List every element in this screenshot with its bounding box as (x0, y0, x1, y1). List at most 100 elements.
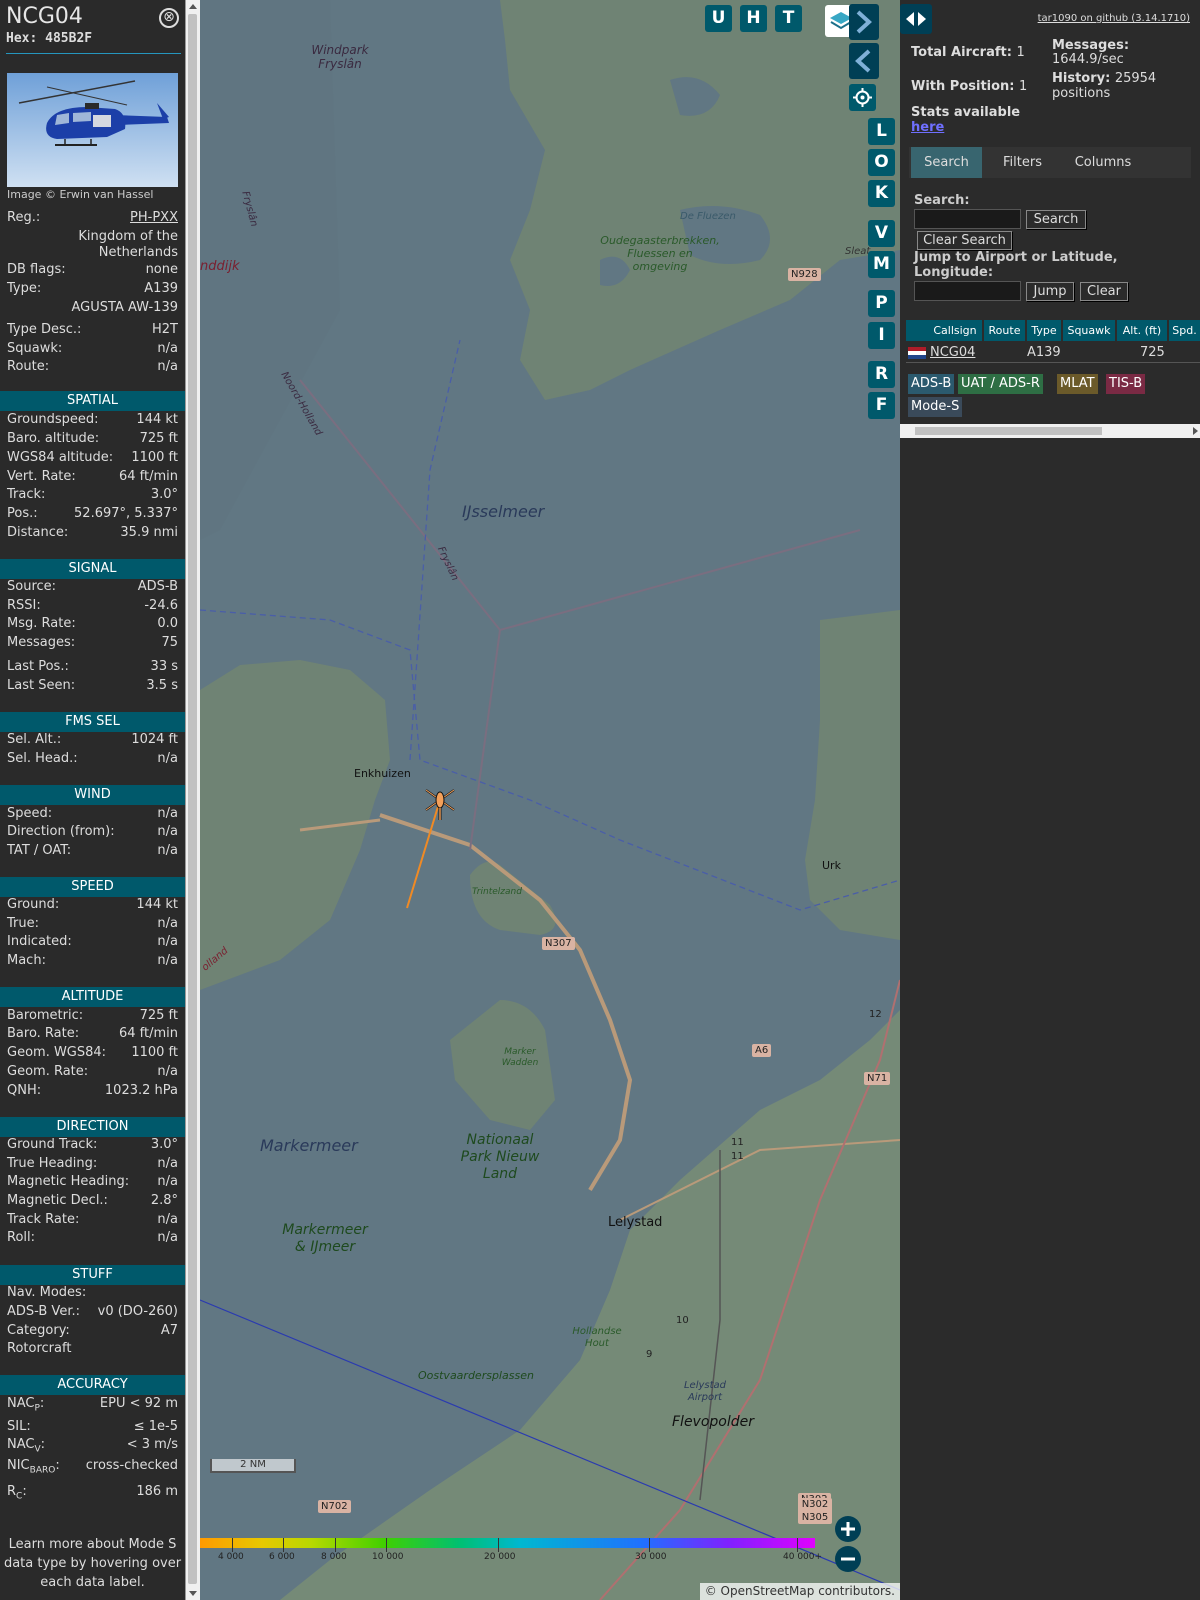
info-row: Speed: n/a (7, 806, 178, 824)
clear-button[interactable]: Clear (1080, 282, 1128, 301)
scroll-right-arrow-icon[interactable] (1193, 427, 1198, 435)
info-row: Messages: 75 (7, 635, 178, 653)
info-value[interactable]: PH-PXX (130, 210, 178, 225)
info-value: ADS-B (137, 579, 178, 594)
settings-button[interactable] (849, 84, 876, 111)
row-type: A139 (1027, 345, 1061, 360)
map-view[interactable]: Windpark Fryslân Fryslân nddijk Noord-Holla… (200, 0, 900, 1600)
sidebar-scroll-thumb[interactable] (188, 14, 197, 1584)
toggle-f-button[interactable]: F (868, 392, 895, 419)
image-credit: Image © Erwin van Hassel (7, 188, 154, 201)
back-button[interactable] (849, 43, 879, 79)
info-row: Roll: n/a (7, 1230, 178, 1248)
altitude-tick-mark (335, 1538, 336, 1552)
row-callsign[interactable]: NCG04 (930, 344, 975, 362)
land-noordoostpolder (805, 610, 900, 940)
table-horizontal-scrollbar[interactable] (900, 424, 1200, 438)
column-callsign[interactable]: Callsign (928, 320, 982, 341)
map-label-andijk: nddijk (200, 259, 240, 274)
info-row: Type Desc.: H2T (7, 322, 178, 340)
total-aircraft-label: Total Aircraft: (911, 45, 1012, 60)
column-altitude[interactable]: Alt. (ft) (1117, 320, 1167, 341)
column-squawk[interactable]: Squawk (1063, 320, 1115, 341)
aircraft-callsign: NCG04 (6, 4, 83, 29)
info-value: H2T (152, 322, 178, 337)
aircraft-photo[interactable] (7, 73, 178, 187)
zoom-in-button[interactable] (835, 1516, 861, 1542)
tab-filters[interactable]: Filters (987, 147, 1058, 178)
section-header-spatial: SPATIAL (0, 391, 185, 411)
info-value: n/a (157, 1212, 178, 1227)
map-canvas[interactable] (200, 0, 900, 1600)
info-value: 144 kt (136, 412, 178, 427)
section-header-wind: WIND (0, 785, 185, 805)
altitude-tick-label: 20 000 (484, 1552, 516, 1562)
zoom-out-button[interactable] (835, 1546, 861, 1572)
toggle-o-button[interactable]: O (868, 149, 895, 176)
helicopter-marker-icon[interactable] (425, 789, 455, 820)
map-label-npnl: Nationaal Park Nieuw Land (460, 1132, 540, 1182)
toggle-sidebar-button[interactable] (900, 4, 932, 34)
section-header-altitude: ALTITUDE (0, 987, 185, 1007)
info-row: Ground Track: 3.0° (7, 1137, 178, 1155)
info-row: Direction (from): n/a (7, 824, 178, 842)
info-value: v0 (DO-260) (97, 1304, 178, 1319)
search-button[interactable]: Search (1026, 210, 1086, 229)
info-row: Vert. Rate: 64 ft/min (7, 469, 178, 487)
info-row: Sel. Head.: n/a (7, 751, 178, 769)
info-row: Magnetic Decl.: 2.8° (7, 1193, 178, 1211)
tab-columns[interactable]: Columns (1063, 147, 1143, 178)
clear-search-button[interactable]: Clear Search (917, 231, 1012, 250)
info-value: n/a (157, 359, 178, 374)
column-speed[interactable]: Spd. (1169, 320, 1200, 341)
toggle-h-button[interactable]: H (740, 5, 767, 32)
toggle-t-button[interactable]: T (775, 5, 802, 32)
toggle-p-button[interactable]: P (868, 290, 895, 317)
info-key-text: NIC (7, 1458, 30, 1473)
table-scroll-thumb[interactable] (915, 427, 1102, 435)
info-row: Sel. Alt.: 1024 ft (7, 732, 178, 750)
scroll-down-arrow-icon[interactable] (189, 1591, 197, 1596)
column-type[interactable]: Type (1027, 320, 1061, 341)
tab-search[interactable]: Search (911, 147, 982, 178)
info-key: Route: (7, 359, 50, 374)
info-key: NICBARO: (7, 1458, 60, 1476)
flag-column-header[interactable] (906, 320, 928, 341)
toggle-v-button[interactable]: V (868, 220, 895, 247)
close-icon[interactable]: ⊗ (159, 8, 179, 28)
osm-link[interactable]: OpenStreetMap (721, 1584, 815, 1598)
jump-input[interactable] (914, 281, 1021, 301)
sidebar-scrollbar[interactable] (185, 0, 200, 1600)
info-key-text: R (7, 1484, 17, 1499)
scale-label: 2 NM (240, 1459, 266, 1470)
info-key: Direction (from): (7, 824, 115, 839)
toggle-i-button[interactable]: I (868, 322, 895, 349)
info-value: 0.0 (157, 616, 178, 631)
info-row: ADS-B Ver.: v0 (DO-260) (7, 1304, 178, 1322)
forward-button[interactable] (849, 4, 879, 40)
info-key: True Heading: (7, 1156, 98, 1171)
road-label: N71 (864, 1072, 891, 1085)
toggle-u-button[interactable]: U (705, 5, 732, 32)
road-label: N928 (788, 268, 821, 281)
version-link[interactable]: tar1090 on github (3.14.1710) (1038, 13, 1190, 24)
gear-icon (853, 88, 872, 107)
info-key: Geom. Rate: (7, 1064, 89, 1079)
info-value: 75 (161, 635, 178, 650)
toggle-r-button[interactable]: R (868, 361, 895, 388)
info-value: ≤ 1e-5 (133, 1419, 178, 1434)
info-row: WGS84 altitude: 1100 ft (7, 450, 178, 468)
toggle-l-button[interactable]: L (868, 118, 895, 145)
toggle-m-button[interactable]: M (868, 251, 895, 278)
jump-button[interactable]: Jump (1026, 282, 1074, 301)
search-input[interactable] (914, 209, 1021, 229)
info-row: Rotorcraft (7, 1341, 178, 1359)
info-key: Distance: (7, 525, 69, 540)
aircraft-list-panel: tar1090 on github (3.14.1710) Total Airc… (900, 0, 1200, 1600)
attribution-suffix: contributors. (814, 1584, 895, 1598)
column-route[interactable]: Route (984, 320, 1025, 341)
scroll-up-arrow-icon[interactable] (189, 4, 197, 9)
info-row: NICBARO: cross-checked (7, 1458, 178, 1476)
toggle-k-button[interactable]: K (868, 180, 895, 207)
stats-link[interactable]: here (911, 120, 944, 135)
